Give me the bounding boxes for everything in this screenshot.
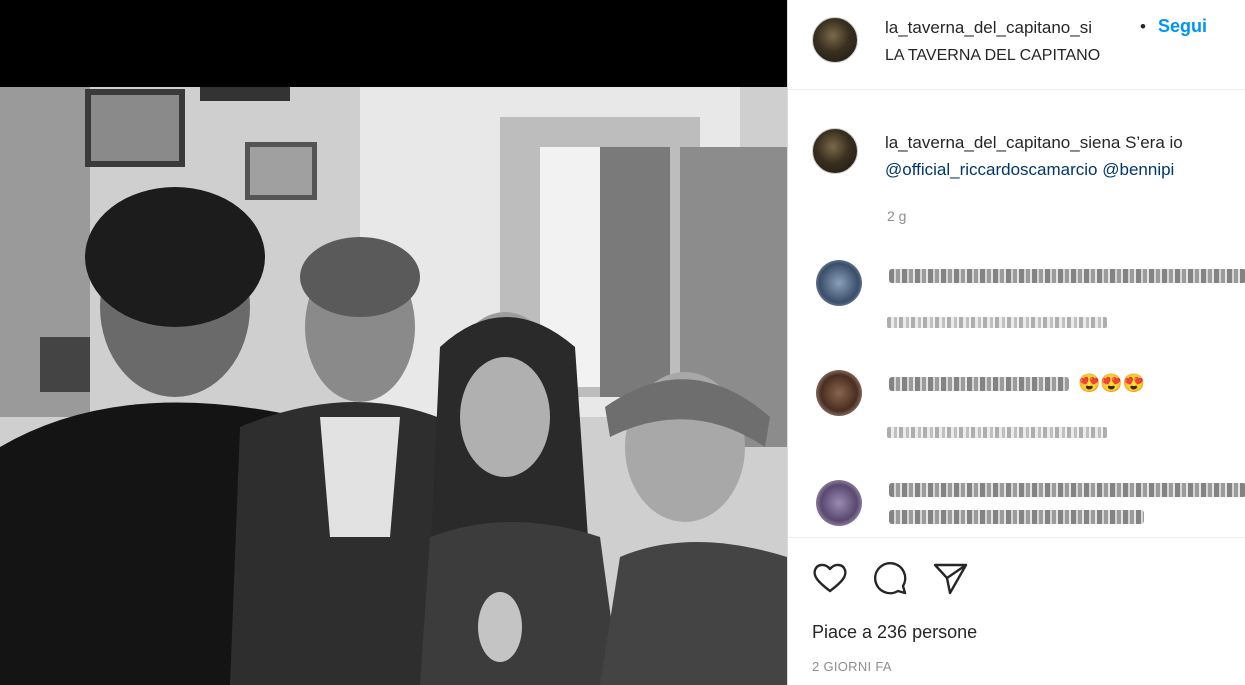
post-side-panel: la_taverna_del_capitano_si • Segui LA TA… (787, 0, 1245, 685)
comment-emoji: 😍😍😍 (1078, 373, 1146, 393)
caption-time: 2 g (887, 208, 907, 224)
commenter-avatar[interactable] (816, 260, 862, 306)
caption-username[interactable]: la_taverna_del_capitano_siena (885, 133, 1120, 152)
share-button[interactable] (930, 558, 970, 598)
post-time: 2 GIORNI FA (812, 659, 892, 674)
comment-text-blurred (889, 510, 1144, 524)
commenter-avatar[interactable] (816, 370, 862, 416)
post-header: la_taverna_del_capitano_si • Segui LA TA… (788, 0, 1245, 90)
comment-text-blurred (889, 377, 1069, 391)
post-photo[interactable] (0, 87, 787, 685)
comment-meta-blurred (887, 317, 1107, 328)
comment-text-blurred (889, 269, 1245, 283)
caption-mentions[interactable]: @official_riccardoscamarcio @bennipi (885, 160, 1174, 180)
follow-button[interactable]: Segui (1158, 16, 1207, 37)
like-button[interactable] (810, 558, 850, 598)
commenter-avatar[interactable] (816, 480, 862, 526)
comment-text-blurred (889, 483, 1245, 497)
location-link[interactable]: LA TAVERNA DEL CAPITANO (885, 47, 1100, 65)
comments-section[interactable]: la_taverna_del_capitano_siena S’era io @… (788, 90, 1245, 538)
post-actions: Piace a 236 persone 2 GIORNI FA (788, 538, 1245, 685)
comment-button[interactable] (870, 558, 910, 598)
caption: la_taverna_del_capitano_siena S’era io (885, 133, 1183, 153)
caption-author-avatar[interactable] (812, 128, 858, 174)
likes-count[interactable]: Piace a 236 persone (812, 622, 977, 643)
photo-image (0, 87, 787, 685)
heart-icon (813, 563, 847, 593)
post-media (0, 0, 787, 685)
share-icon (933, 563, 968, 595)
comment-icon (874, 562, 907, 595)
author-avatar[interactable] (812, 17, 858, 63)
comment-meta-blurred (887, 427, 1107, 438)
author-username[interactable]: la_taverna_del_capitano_si (885, 18, 1135, 38)
caption-text: S’era io (1125, 133, 1183, 152)
separator-dot: • (1140, 17, 1146, 36)
